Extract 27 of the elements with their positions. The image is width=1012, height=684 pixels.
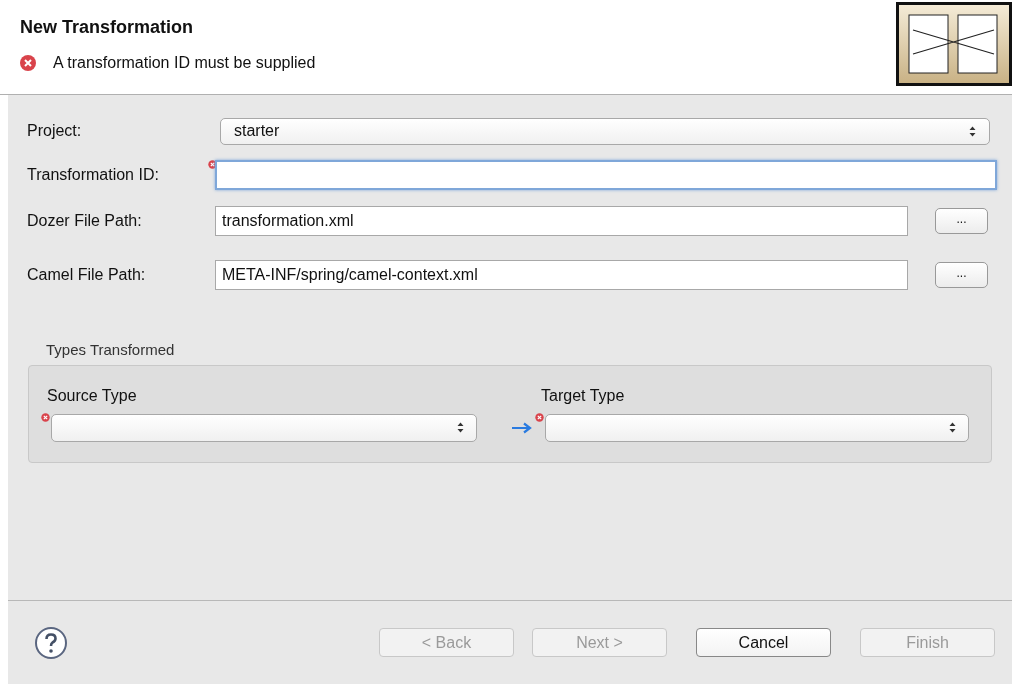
group-title: Types Transformed: [46, 340, 176, 360]
error-message: A transformation ID must be supplied: [53, 53, 316, 73]
updown-arrows-icon: [969, 125, 976, 137]
type-label: Target Type: [541, 385, 625, 406]
dialog-title: New Transformation: [20, 16, 195, 38]
help-icon[interactable]: [34, 625, 68, 660]
field-label: Transformation ID:: [27, 165, 160, 185]
arrow-icon: [511, 421, 533, 434]
browse-button[interactable]: ...: [935, 208, 988, 234]
type-label: Source Type: [47, 385, 137, 406]
error-icon: [41, 412, 50, 422]
updown-arrows-icon: [457, 422, 464, 433]
error-icon: [535, 412, 544, 422]
input-field[interactable]: [215, 160, 997, 190]
type-dropdown[interactable]: [545, 413, 969, 442]
browse-button[interactable]: ...: [935, 262, 988, 288]
type-dropdown[interactable]: [51, 413, 477, 442]
field-label: Dozer File Path:: [27, 211, 143, 231]
input-field[interactable]: transformation.xml: [215, 206, 908, 236]
input-field[interactable]: META-INF/spring/camel-context.xml: [215, 260, 908, 290]
dialog-button[interactable]: Cancel: [696, 628, 831, 657]
project-dropdown[interactable]: starter: [220, 117, 990, 145]
field-label: Camel File Path:: [27, 265, 147, 285]
error-icon: [19, 54, 37, 72]
updown-arrows-icon: [949, 422, 956, 433]
field-label: Project:: [27, 121, 83, 141]
banner-icon: [896, 2, 1012, 86]
